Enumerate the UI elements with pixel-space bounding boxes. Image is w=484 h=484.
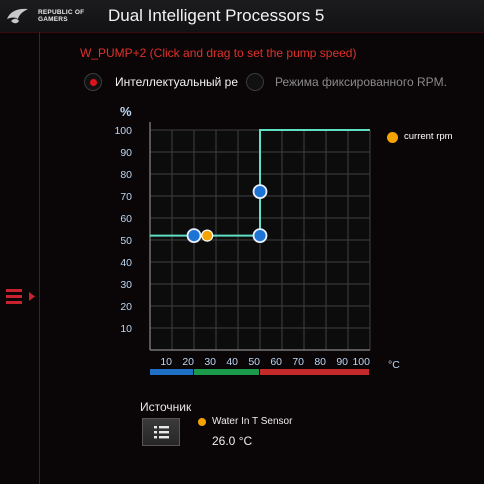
x-tick-label: 30 [204, 356, 216, 368]
y-axis-unit-label: % [120, 104, 132, 119]
pump-curve-chart[interactable]: 10 20 30 40 50 60 70 80 90 100 10 20 30 40 50 60 70 80 90 1… [0, 0, 484, 484]
legend-label-current-rpm: current rpm [404, 131, 453, 142]
y-tick-label: 10 [120, 323, 132, 335]
source-label: Источник [140, 400, 192, 414]
curve-control-point[interactable] [252, 184, 268, 200]
sensor-status-dot [198, 418, 206, 426]
temperature-band [260, 369, 369, 375]
y-tick-label: 70 [120, 191, 132, 203]
x-tick-label: 80 [314, 356, 326, 368]
y-tick-label: 20 [120, 301, 132, 313]
x-tick-label: 70 [292, 356, 304, 368]
x-axis-unit-label: °C [388, 359, 400, 371]
y-tick-label: 100 [114, 125, 132, 137]
y-tick-label: 90 [120, 147, 132, 159]
legend-marker-current-rpm [387, 132, 398, 143]
source-select-button[interactable] [142, 418, 180, 446]
temperature-band [194, 369, 259, 375]
x-tick-label: 20 [182, 356, 194, 368]
curve-control-point[interactable] [186, 228, 202, 244]
y-tick-label: 30 [120, 279, 132, 291]
sensor-name: Water In T Sensor [212, 416, 293, 427]
list-icon [154, 426, 169, 439]
x-tick-label: 90 [336, 356, 348, 368]
y-tick-label: 50 [120, 235, 132, 247]
current-rpm-marker [201, 229, 214, 242]
x-tick-label: 100 [352, 356, 370, 368]
x-tick-label: 50 [248, 356, 260, 368]
curve-control-point[interactable] [252, 228, 268, 244]
y-tick-label: 40 [120, 257, 132, 269]
y-tick-label: 80 [120, 169, 132, 181]
x-tick-label: 40 [226, 356, 238, 368]
x-tick-label: 60 [270, 356, 282, 368]
temperature-band [150, 369, 193, 375]
y-tick-label: 60 [120, 213, 132, 225]
sensor-temperature: 26.0 °C [212, 434, 253, 448]
x-tick-label: 10 [160, 356, 172, 368]
